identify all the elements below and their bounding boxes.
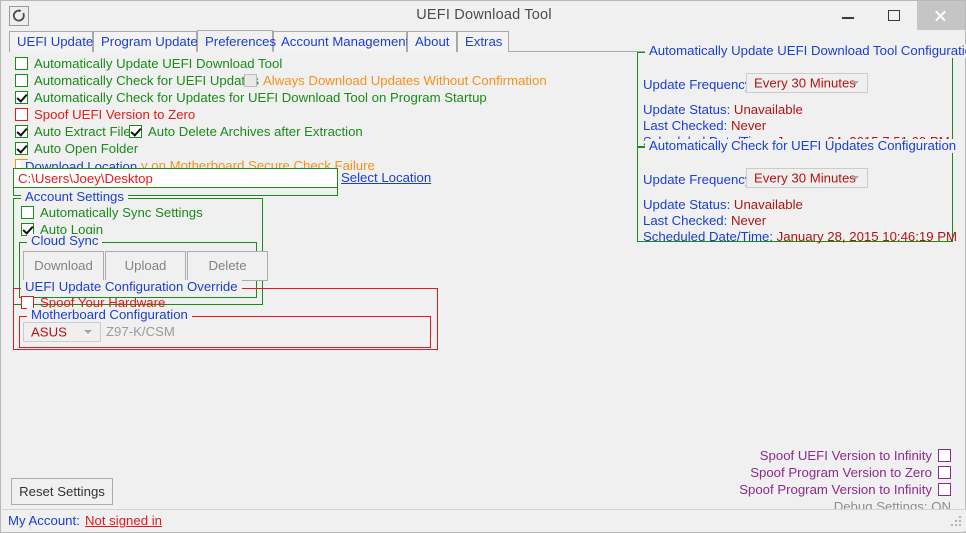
title-bar: UEFI Download Tool	[0, 0, 966, 30]
motherboard-brand-select[interactable]: ASUS	[23, 322, 101, 342]
checkbox-spoof-program-version-infinity[interactable]: Spoof Program Version to Infinity	[739, 482, 951, 497]
tab-program-update[interactable]: Program Update	[93, 31, 198, 52]
checkbox-label: Automatically Check for Updates for UEFI…	[34, 90, 487, 105]
motherboard-config-title: Motherboard Configuration	[27, 308, 192, 322]
checkbox-box[interactable]	[15, 91, 28, 104]
last-checked-row-1: Last Checked: Never	[643, 118, 766, 133]
auto-update-config-title: Automatically Update UEFI Download Tool …	[645, 44, 966, 58]
checkbox-always-download-without-confirmation: Always Download Updates Without Confirma…	[244, 73, 547, 88]
checkbox-box[interactable]	[938, 483, 951, 496]
cloud-sync-delete-button[interactable]: Delete	[187, 251, 268, 281]
update-status-value-1: Unavailable	[733, 102, 803, 117]
tab-uefi-update[interactable]: UEFI Update	[9, 31, 93, 52]
checkbox-label: Spoof Program Version to Zero	[750, 465, 932, 480]
checkbox-box[interactable]	[938, 466, 951, 479]
checkbox-label: Spoof Program Version to Infinity	[739, 482, 932, 497]
download-location-input[interactable]: C:\Users\Joey\Desktop	[13, 168, 338, 188]
checkbox-box[interactable]	[15, 108, 28, 121]
last-checked-row-2: Last Checked: Never	[643, 213, 766, 228]
scheduled-value-2: January 28, 2015 10:46:19 PM	[776, 229, 958, 244]
update-frequency-value-1: Every 30 Minutes	[754, 75, 856, 91]
my-account-value[interactable]: Not signed in	[85, 513, 162, 528]
resize-grip-icon[interactable]	[949, 514, 963, 528]
my-account-label: My Account:	[8, 513, 80, 528]
last-checked-value-2: Never	[730, 213, 767, 228]
update-frequency-select-1[interactable]: Every 30 Minutes	[746, 73, 868, 93]
chevron-down-icon	[851, 176, 859, 180]
checkbox-box	[244, 74, 257, 87]
tab-preferences[interactable]: Preferences	[197, 30, 276, 52]
checkbox-auto-open-folder[interactable]: Auto Open Folder	[15, 141, 138, 156]
window-title: UEFI Download Tool	[416, 7, 552, 23]
checkbox-label: Always Download Updates Without Confirma…	[263, 73, 547, 88]
tab-about[interactable]: About	[407, 31, 457, 52]
checkbox-label: Auto Delete Archives after Extraction	[148, 124, 363, 139]
update-status-label-2: Update Status:	[643, 197, 731, 212]
checkbox-box[interactable]	[21, 206, 34, 219]
motherboard-model-text: Z97-K/CSM	[106, 324, 175, 339]
chevron-down-icon	[851, 81, 859, 85]
last-checked-value-1: Never	[730, 118, 767, 133]
client-area: UEFI Update Program Update Preferences A…	[0, 30, 966, 533]
update-frequency-label-2: Update Frequency	[643, 172, 752, 187]
scheduled-row-2: Scheduled Date/Time: January 28, 2015 10…	[643, 229, 957, 244]
checkbox-box[interactable]	[15, 74, 28, 87]
checkbox-label: Auto Open Folder	[34, 141, 139, 156]
update-frequency-select-2[interactable]: Every 30 Minutes	[746, 168, 868, 188]
update-status-row-1: Update Status: Unavailable	[643, 102, 803, 117]
checkbox-box[interactable]	[15, 142, 28, 155]
checkbox-auto-extract-files[interactable]: Auto Extract Files	[15, 124, 137, 139]
cloud-sync-download-button[interactable]: Download	[23, 251, 104, 281]
auto-check-config-title: Automatically Check for UEFI Updates Con…	[645, 139, 961, 153]
checkbox-label: Spoof UEFI Version to Infinity	[759, 448, 932, 463]
scheduled-label-2: Scheduled Date/Time:	[643, 229, 773, 244]
select-location-link[interactable]: Select Location	[341, 170, 431, 185]
maximize-button[interactable]	[871, 1, 917, 30]
checkbox-label: Spoof UEFI Version to Zero	[34, 107, 196, 122]
checkbox-auto-sync-settings[interactable]: Automatically Sync Settings	[21, 205, 203, 220]
update-status-value-2: Unavailable	[733, 197, 803, 212]
status-bar: My Account: Not signed in	[2, 509, 966, 531]
checkbox-label: Auto Extract Files	[34, 124, 138, 139]
update-frequency-value-2: Every 30 Minutes	[754, 170, 856, 186]
checkbox-box[interactable]	[938, 449, 951, 462]
motherboard-brand-value: ASUS	[31, 324, 67, 340]
checkbox-label: Automatically Update UEFI Download Tool	[34, 56, 283, 71]
checkbox-auto-update-tool[interactable]: Automatically Update UEFI Download Tool	[15, 56, 282, 71]
checkbox-spoof-program-version-zero[interactable]: Spoof Program Version to Zero	[750, 465, 951, 480]
checkbox-auto-delete-archives[interactable]: Auto Delete Archives after Extraction	[129, 124, 363, 139]
chevron-down-icon	[84, 330, 92, 334]
minimize-button[interactable]	[825, 1, 871, 30]
update-frequency-label-1: Update Frequency	[643, 77, 752, 92]
tab-extras[interactable]: Extras	[457, 31, 509, 52]
uefi-download-tool-window: UEFI Download Tool UEFI Update Program U…	[0, 0, 966, 533]
checkbox-label: Automatically Check for UEFI Updates	[34, 73, 260, 88]
last-checked-label-1: Last Checked:	[643, 118, 728, 133]
cloud-sync-upload-button[interactable]: Upload	[105, 251, 186, 281]
checkbox-box[interactable]	[129, 125, 142, 138]
checkbox-auto-check-uefi-updates[interactable]: Automatically Check for UEFI Updates	[15, 73, 259, 88]
cloud-sync-title: Cloud Sync	[27, 234, 103, 248]
close-button[interactable]	[917, 1, 965, 30]
checkbox-box[interactable]	[15, 125, 28, 138]
checkbox-spoof-uefi-version-infinity[interactable]: Spoof UEFI Version to Infinity	[760, 448, 951, 463]
last-checked-label-2: Last Checked:	[643, 213, 728, 228]
checkbox-label: Automatically Sync Settings	[40, 205, 203, 220]
reset-settings-button[interactable]: Reset Settings	[11, 478, 113, 505]
tab-account-management[interactable]: Account Management	[273, 31, 409, 52]
uefi-override-title: UEFI Update Configuration Override	[21, 280, 242, 294]
update-status-row-2: Update Status: Unavailable	[643, 197, 803, 212]
checkbox-box[interactable]	[15, 57, 28, 70]
update-status-label-1: Update Status:	[643, 102, 731, 117]
checkbox-spoof-uefi-version-zero[interactable]: Spoof UEFI Version to Zero	[15, 107, 195, 122]
account-settings-title: Account Settings	[21, 190, 128, 204]
checkbox-auto-check-on-startup[interactable]: Automatically Check for Updates for UEFI…	[15, 90, 487, 105]
